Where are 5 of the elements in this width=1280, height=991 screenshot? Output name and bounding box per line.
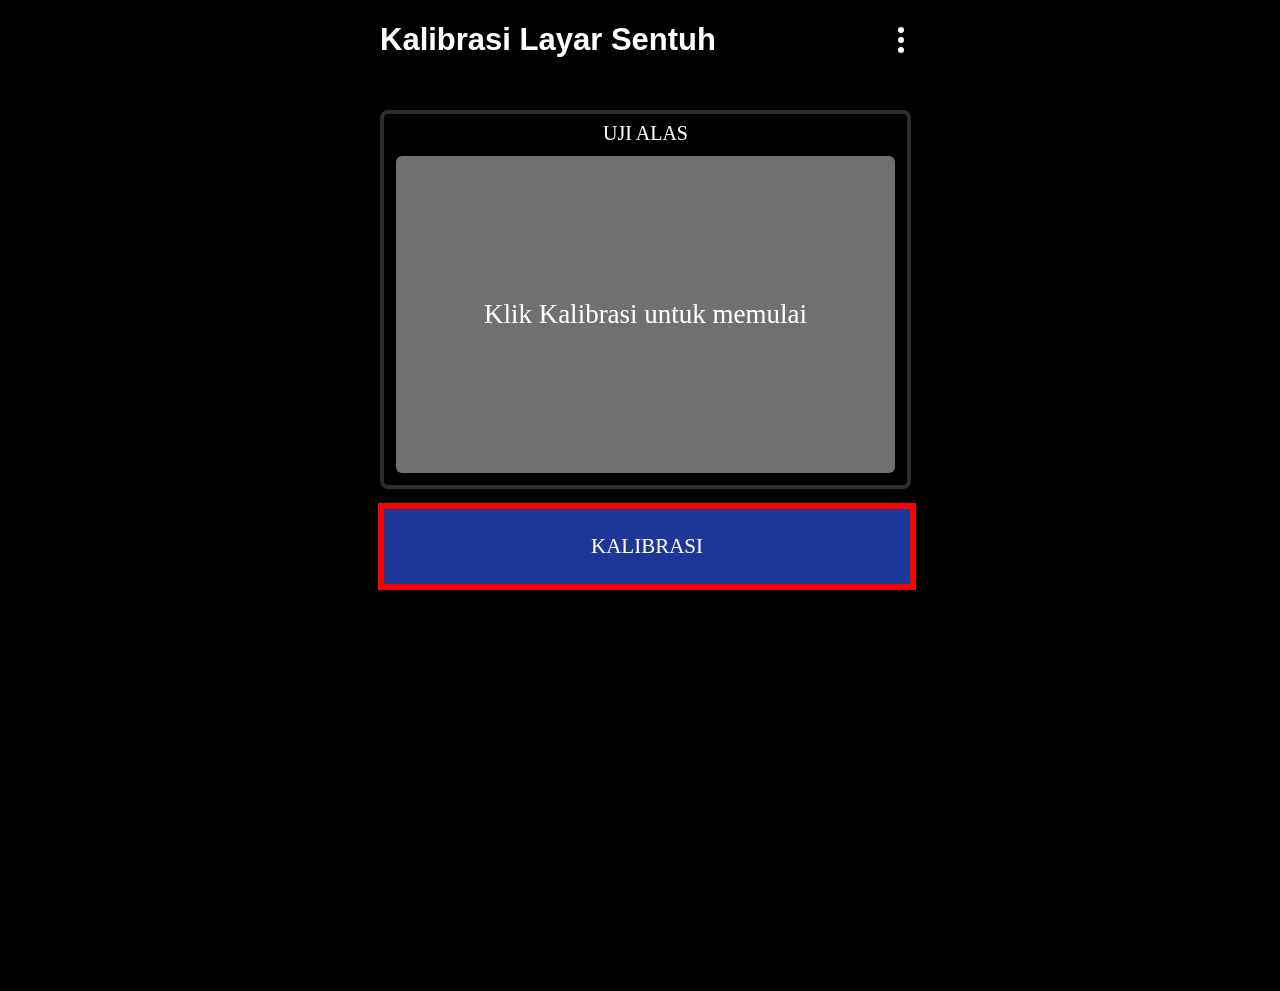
- app-title: Kalibrasi Layar Sentuh: [380, 20, 716, 59]
- card-title: UJI ALAS: [603, 121, 688, 146]
- touch-test-area[interactable]: Klik Kalibrasi untuk memulai: [396, 156, 895, 473]
- instruction-text: Klik Kalibrasi untuk memulai: [483, 298, 808, 332]
- calibrate-button[interactable]: KALIBRASI: [384, 509, 910, 584]
